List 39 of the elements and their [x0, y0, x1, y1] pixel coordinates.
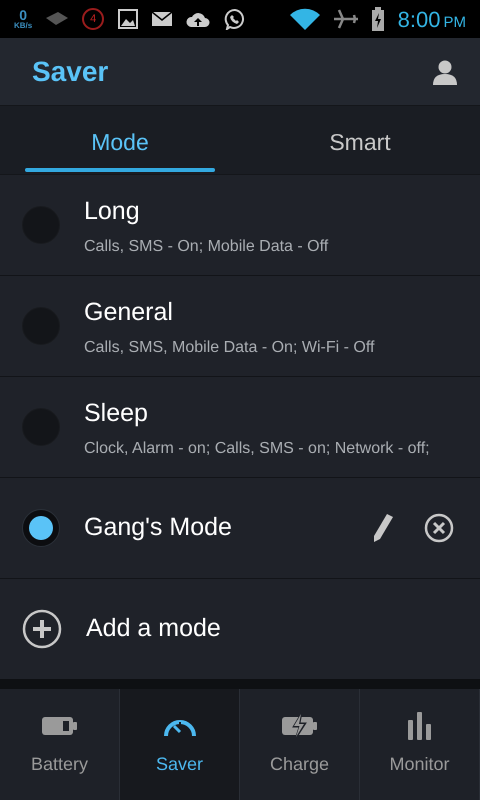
- nav-tab[interactable]: Saver: [120, 689, 240, 800]
- clock-period: PM: [444, 12, 466, 32]
- mode-item[interactable]: Gang's Mode: [0, 478, 480, 579]
- device-icon: [46, 12, 68, 26]
- app-title: Saver: [32, 54, 110, 88]
- speed-unit: KB/s: [14, 22, 32, 30]
- pencil-icon[interactable]: [372, 513, 394, 543]
- mode-item[interactable]: Sleep Clock, Alarm - on; Calls, SMS - on; Network - off;: [0, 377, 480, 478]
- nav-tab[interactable]: Monitor: [360, 689, 480, 800]
- battery-charging-icon: [372, 7, 384, 31]
- tab[interactable]: Smart: [240, 106, 480, 174]
- mail-icon: [152, 11, 172, 27]
- mode-description: Clock, Alarm - on; Calls, SMS - on; Network - off;: [84, 438, 431, 459]
- add-mode-label: Add a mode: [86, 613, 221, 644]
- airplane-icon: [334, 9, 358, 29]
- mode-name: General: [84, 297, 174, 328]
- user-icon[interactable]: [432, 58, 458, 84]
- mode-item[interactable]: Long Calls, SMS - On; Mobile Data - Off: [0, 175, 480, 276]
- speed-value: 0: [19, 8, 28, 22]
- tab[interactable]: Mode: [0, 106, 240, 174]
- radio-button[interactable]: [22, 509, 60, 547]
- phone-bubble-icon: [224, 8, 246, 30]
- mode-name: Gang's Mode: [84, 512, 233, 544]
- mode-description: Calls, SMS - On; Mobile Data - Off: [84, 236, 330, 257]
- add-mode-item[interactable]: Add a mode: [0, 579, 480, 679]
- battery-icon: [42, 716, 78, 736]
- notification-count: 4: [82, 8, 104, 30]
- image-icon: [118, 9, 138, 29]
- upload-cloud-icon: [186, 11, 210, 27]
- clock-time: 8:00: [398, 6, 440, 34]
- mode-item[interactable]: General Calls, SMS, Mobile Data - On; Wi-Fi - Off: [0, 276, 480, 377]
- add-icon: [22, 609, 62, 649]
- mode-name: Sleep: [84, 398, 149, 430]
- wifi-icon: [290, 8, 320, 30]
- nav-tab[interactable]: Charge: [240, 689, 360, 800]
- delete-icon[interactable]: [424, 513, 454, 543]
- bar-chart-icon: [408, 712, 432, 740]
- mode-description: Calls, SMS, Mobile Data - On; Wi-Fi - Off: [84, 338, 376, 358]
- mode-name: Long: [84, 196, 141, 228]
